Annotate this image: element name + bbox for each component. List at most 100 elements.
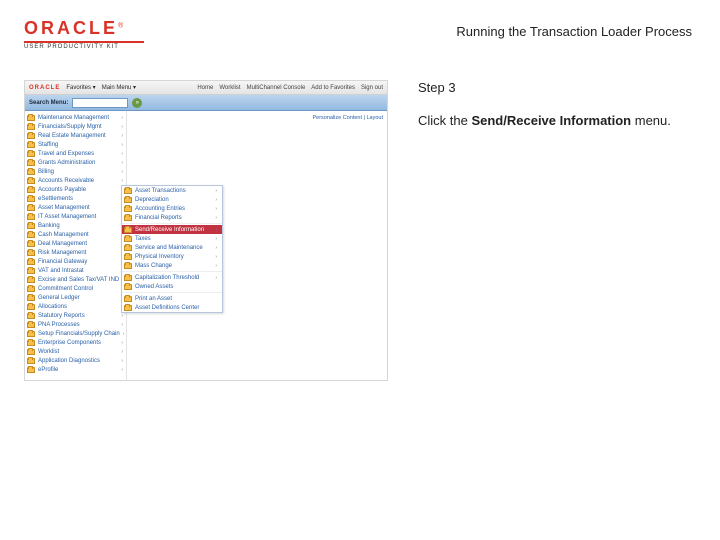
search-go-icon[interactable]: » xyxy=(132,98,142,108)
chevron-right-icon: › xyxy=(121,349,123,355)
submenu-item[interactable]: Physical Inventory › xyxy=(122,252,222,261)
favorites-menu[interactable]: Favorites ▾ xyxy=(66,84,95,91)
folder-icon xyxy=(27,322,35,328)
chevron-right-icon: › xyxy=(215,215,217,221)
chevron-right-icon: › xyxy=(215,197,217,203)
link-add-fav[interactable]: Add to Favorites xyxy=(311,85,355,91)
link-worklist[interactable]: Worklist xyxy=(219,85,240,91)
submenu-item-label: Financial Reports xyxy=(135,215,182,221)
folder-icon xyxy=(124,236,132,242)
submenu-item[interactable]: Financial Reports › xyxy=(122,213,222,222)
personalize-link[interactable]: Personalize Content | Layout xyxy=(312,115,383,121)
folder-icon xyxy=(124,275,132,281)
app-screenshot: ORACLE Favorites ▾ Main Menu ▾ Home Work… xyxy=(24,80,388,381)
nav-item-label: PNA Processes xyxy=(38,322,80,328)
folder-icon xyxy=(27,349,35,355)
chevron-right-icon: › xyxy=(215,275,217,281)
nav-item[interactable]: Application Diagnostics › xyxy=(27,356,126,365)
nav-item[interactable]: Enterprise Components› xyxy=(27,338,126,347)
nav-item[interactable]: Worklist › xyxy=(27,347,126,356)
folder-icon xyxy=(124,245,132,251)
main-menu[interactable]: Main Menu ▾ xyxy=(102,84,136,91)
submenu-item-label: Send/Receive Information xyxy=(135,227,204,233)
submenu-item[interactable]: Accounting Entries› xyxy=(122,204,222,213)
app-content: Maintenance Management›Financials/Supply… xyxy=(25,111,387,380)
document-title: Running the Transaction Loader Process xyxy=(456,18,692,39)
chevron-right-icon: › xyxy=(215,254,217,260)
instruction-text: Click the Send/Receive Information menu. xyxy=(418,113,692,130)
submenu-item-label: Capitalization Threshold xyxy=(135,275,199,281)
main-pane: Personalize Content | Layout Asset Trans… xyxy=(127,111,387,380)
submenu-item-send-receive[interactable]: Send/Receive Information› xyxy=(122,225,222,234)
nav-item-label: Worklist xyxy=(38,349,59,355)
oracle-wordmark: ORACLE xyxy=(24,18,118,38)
search-label: Search Menu: xyxy=(29,100,68,106)
chevron-right-icon: › xyxy=(121,322,123,328)
folder-icon xyxy=(27,313,35,319)
instruction-column: Step 3 Click the Send/Receive Informatio… xyxy=(418,80,692,381)
page-header: ORACLE® USER PRODUCTIVITY KIT Running th… xyxy=(0,0,720,56)
chevron-right-icon: › xyxy=(215,188,217,194)
folder-icon xyxy=(124,284,132,290)
nav-item-label: eProfile xyxy=(38,367,58,373)
folder-icon xyxy=(124,254,132,260)
submenu-item-label: Physical Inventory xyxy=(135,254,184,260)
submenu-item[interactable]: Asset Definitions Center xyxy=(122,303,222,312)
chevron-right-icon: › xyxy=(215,263,217,269)
folder-icon xyxy=(124,215,132,221)
instruction-pre: Click the xyxy=(418,113,471,128)
nav-item[interactable]: Setup Financials/Supply Chain› xyxy=(27,329,126,338)
app-oracle-logo: ORACLE xyxy=(29,85,60,91)
submenu-item[interactable]: Capitalization Threshold › xyxy=(122,273,222,282)
chevron-right-icon: › xyxy=(123,331,125,337)
submenu-item-label: Depreciation xyxy=(135,197,169,203)
submenu-item-label: Asset Definitions Center xyxy=(135,305,199,311)
folder-icon xyxy=(124,296,132,302)
step-label: Step 3 xyxy=(418,80,692,95)
nav-item[interactable]: PNA Processes › xyxy=(27,320,126,329)
submenu-item[interactable]: Asset Transactions › xyxy=(122,186,222,195)
link-home[interactable]: Home xyxy=(197,85,213,91)
link-signout[interactable]: Sign out xyxy=(361,85,383,91)
submenu-item-label: Mass Change xyxy=(135,263,172,269)
submenu-item-label: Asset Transactions xyxy=(135,188,186,194)
trademark-symbol: ® xyxy=(118,23,123,30)
folder-icon xyxy=(27,358,35,364)
submenu-item[interactable]: Service and Maintenance› xyxy=(122,243,222,252)
screenshot-column: ORACLE Favorites ▾ Main Menu ▾ Home Work… xyxy=(24,80,388,381)
search-toolbar: Search Menu: » xyxy=(25,95,387,111)
submenu-item[interactable]: Owned Assets xyxy=(122,282,222,291)
menu-divider xyxy=(122,271,222,272)
link-mcc[interactable]: MultiChannel Console xyxy=(247,85,306,91)
flyout-submenu: Asset Transactions›Depreciation›Accounti… xyxy=(121,185,223,313)
submenu-item-label: Taxes xyxy=(135,236,151,242)
chevron-right-icon: › xyxy=(215,236,217,242)
folder-icon xyxy=(124,263,132,269)
submenu-item[interactable]: Taxes › xyxy=(122,234,222,243)
folder-icon xyxy=(124,206,132,212)
menu-divider xyxy=(122,292,222,293)
folder-icon xyxy=(27,340,35,346)
instruction-post: menu. xyxy=(631,113,671,128)
chevron-right-icon: › xyxy=(121,367,123,373)
folder-icon xyxy=(27,367,35,373)
chevron-right-icon: › xyxy=(121,358,123,364)
instruction-target: Send/Receive Information xyxy=(471,113,631,128)
folder-icon xyxy=(124,305,132,311)
nav-item-label: Statutory Reports xyxy=(38,313,85,319)
app-top-header: ORACLE Favorites ▾ Main Menu ▾ Home Work… xyxy=(25,81,387,95)
submenu-item-label: Print an Asset xyxy=(135,296,172,302)
nav-item-label: Application Diagnostics xyxy=(38,358,100,364)
search-input[interactable] xyxy=(72,98,128,108)
logo-underline xyxy=(24,41,144,43)
chevron-right-icon: › xyxy=(121,313,123,319)
folder-icon xyxy=(124,197,132,203)
product-line-label: USER PRODUCTIVITY KIT xyxy=(24,44,144,50)
submenu-item[interactable]: Print an Asset xyxy=(122,294,222,303)
folder-icon xyxy=(124,227,132,233)
submenu-item-label: Accounting Entries xyxy=(135,206,185,212)
submenu-item-label: Owned Assets xyxy=(135,284,173,290)
submenu-item[interactable]: Depreciation › xyxy=(122,195,222,204)
nav-item[interactable]: eProfile › xyxy=(27,365,126,374)
submenu-item[interactable]: Mass Change › xyxy=(122,261,222,270)
